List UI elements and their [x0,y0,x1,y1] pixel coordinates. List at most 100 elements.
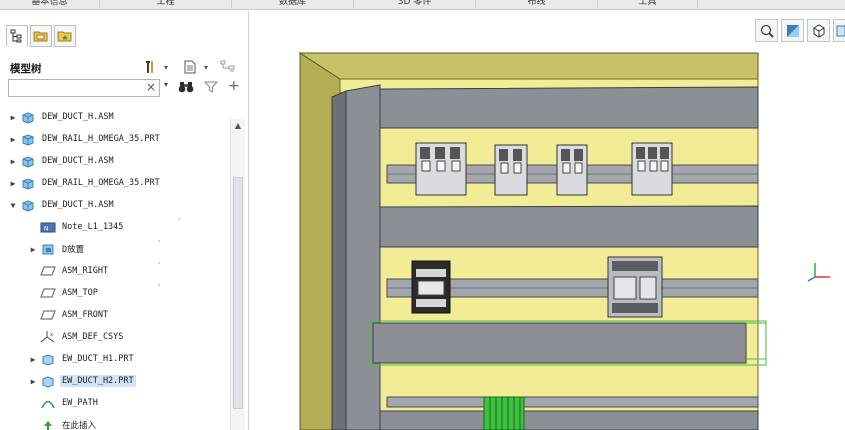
horizontal-wire-duct-top[interactable] [379,86,759,129]
expand-icon[interactable]: ▶ [28,245,38,254]
terminal-block[interactable] [483,396,525,430]
tab-tools[interactable]: 工具 [598,0,698,8]
collapse-icon[interactable]: ▼ [8,201,18,210]
tree-item[interactable]: ▶ EW_DUCT_H1.PRT [28,349,230,369]
tree-item-selected[interactable]: ▶ EW_DUCT_H2.PRT [28,371,230,391]
tree-item[interactable]: ASM_TOP [38,283,230,303]
circuit-breaker-3[interactable] [556,144,588,196]
tab-basic-info[interactable]: 基本信息 [0,0,100,8]
tree-item[interactable]: ASM_FRONT [38,305,230,325]
tree-columns-icon[interactable] [220,59,236,75]
chevron-down-icon[interactable]: ▾ [164,80,168,89]
binoculars-icon[interactable] [178,80,194,97]
tree-item-label: EW_DUCT_H2.PRT [60,375,136,387]
din-rail-3[interactable] [386,396,759,408]
filter-icon[interactable] [203,80,219,97]
motor-starter[interactable] [607,256,663,318]
expand-icon[interactable]: ▶ [8,157,18,166]
layer-folder-icon [33,31,48,42]
tree-item[interactable]: 在此插入 [38,415,230,430]
scroll-up-icon[interactable]: ▲ [231,119,245,133]
document-icon[interactable] [182,59,198,75]
cabinet-3d-model[interactable] [250,11,845,430]
shading-button[interactable] [781,19,804,42]
favorites-icon [57,31,72,42]
tree-search-row: × ▾ + [8,78,246,99]
expand-icon[interactable]: ▶ [28,355,38,364]
model-tree-panel: 模型树 ▾ ▾ × ▾ + ▶ DEW_DUCT_H.ASM ▶ DEW_RAI… [0,11,249,430]
expand-icon[interactable]: ▶ [8,179,18,188]
circuit-breaker-4[interactable] [631,142,673,196]
close-icon[interactable]: × [146,80,156,94]
expand-icon[interactable]: ▶ [8,113,18,122]
horizontal-wire-duct-selected[interactable] [372,322,747,364]
note-icon: N [40,220,56,234]
tools-icon[interactable] [142,59,158,75]
part-icon [40,374,56,388]
tree-item[interactable]: EW_PATH [38,393,230,413]
part-icon [40,352,56,366]
tab-database[interactable]: 数据库 [232,0,354,8]
horizontal-wire-duct-middle[interactable] [379,205,759,248]
expand-icon[interactable]: ▶ [8,135,18,144]
datum-plane-icon [40,286,56,300]
ribbon-tabs: 基本信息 工程 数据库 3D 零件 布线 工具 [0,0,845,10]
datum-plane-icon [40,308,56,322]
tree-item-label: ASM_RIGHT [62,266,109,276]
circuit-breaker-2[interactable] [494,144,528,196]
tree-item[interactable]: ▼ DEW_DUCT_H.ASM [8,195,230,215]
shading-icon [786,24,799,37]
tree-item[interactable]: ▶ D放置 [28,239,230,259]
tree-item-label: 在此插入 [62,421,97,430]
insert-here-icon [40,418,56,430]
assembly-icon [20,176,36,190]
tree-item-label: EW_DUCT_H1.PRT [62,354,134,364]
model-tree-icon [10,29,22,43]
tree-item[interactable]: ▶ DEW_DUCT_H.ASM [8,151,230,171]
tree-item-label: D放置 [62,245,85,255]
tree-item[interactable]: ▶ DEW_RAIL_H_OMEGA_35.PRT [8,173,230,193]
tree-item[interactable]: x ASM_DEF_CSYS [38,327,230,347]
assembly-icon [20,198,36,212]
tree-item[interactable]: ▶ DEW_DUCT_H.ASM [8,107,230,127]
plus-icon[interactable]: + [228,78,240,94]
panel-tabs [6,25,76,49]
chevron-down-icon[interactable]: ▾ [198,59,214,75]
tree-item[interactable]: N Note_L1_1345 [38,217,230,237]
tree-item[interactable]: ASM_RIGHT [38,261,230,281]
view-toolbar [755,19,845,45]
scrollbar-thumb[interactable] [233,177,243,409]
horizontal-wire-duct-bottom[interactable] [379,410,759,430]
graphics-viewport[interactable] [250,11,845,430]
tree-scrollbar[interactable]: ▲ [230,119,245,430]
saved-views-button[interactable] [833,19,845,42]
tree-search-input[interactable] [8,79,160,97]
model-tree-tab[interactable] [6,25,28,47]
favorites-tab[interactable] [54,25,76,47]
zoom-fit-button[interactable] [755,19,778,42]
circuit-breaker-1[interactable] [415,142,467,196]
contactor[interactable] [411,260,451,314]
vertical-wire-duct-side [331,90,347,430]
assembly-icon [20,154,36,168]
view-cube-button[interactable] [807,19,830,42]
chevron-down-icon[interactable]: ▾ [158,59,174,75]
tree-item-label: ASM_FRONT [62,310,109,320]
layer-folder-tab[interactable] [30,25,52,47]
vertical-wire-duct[interactable] [345,84,381,430]
model-tree-title: 模型树 [10,63,42,75]
tab-project[interactable]: 工程 [100,0,232,8]
tree-item[interactable]: ▶ DEW_RAIL_H_OMEGA_35.PRT [8,129,230,149]
tree-item-label: DEW_DUCT_H.ASM [42,112,114,122]
svg-text:x: x [50,332,53,338]
tree-item-label: DEW_RAIL_H_OMEGA_35.PRT [42,178,160,188]
coordinate-triad-icon [807,263,830,282]
svg-text:N: N [44,225,49,232]
tab-wiring[interactable]: 布线 [476,0,598,8]
path-icon [40,396,56,410]
expand-icon[interactable]: ▶ [28,377,38,386]
tab-3d-parts[interactable]: 3D 零件 [354,0,476,8]
tree-item-label: Note_L1_1345 [62,222,124,232]
row-marker: ' [178,217,181,226]
assembly-icon [20,110,36,124]
